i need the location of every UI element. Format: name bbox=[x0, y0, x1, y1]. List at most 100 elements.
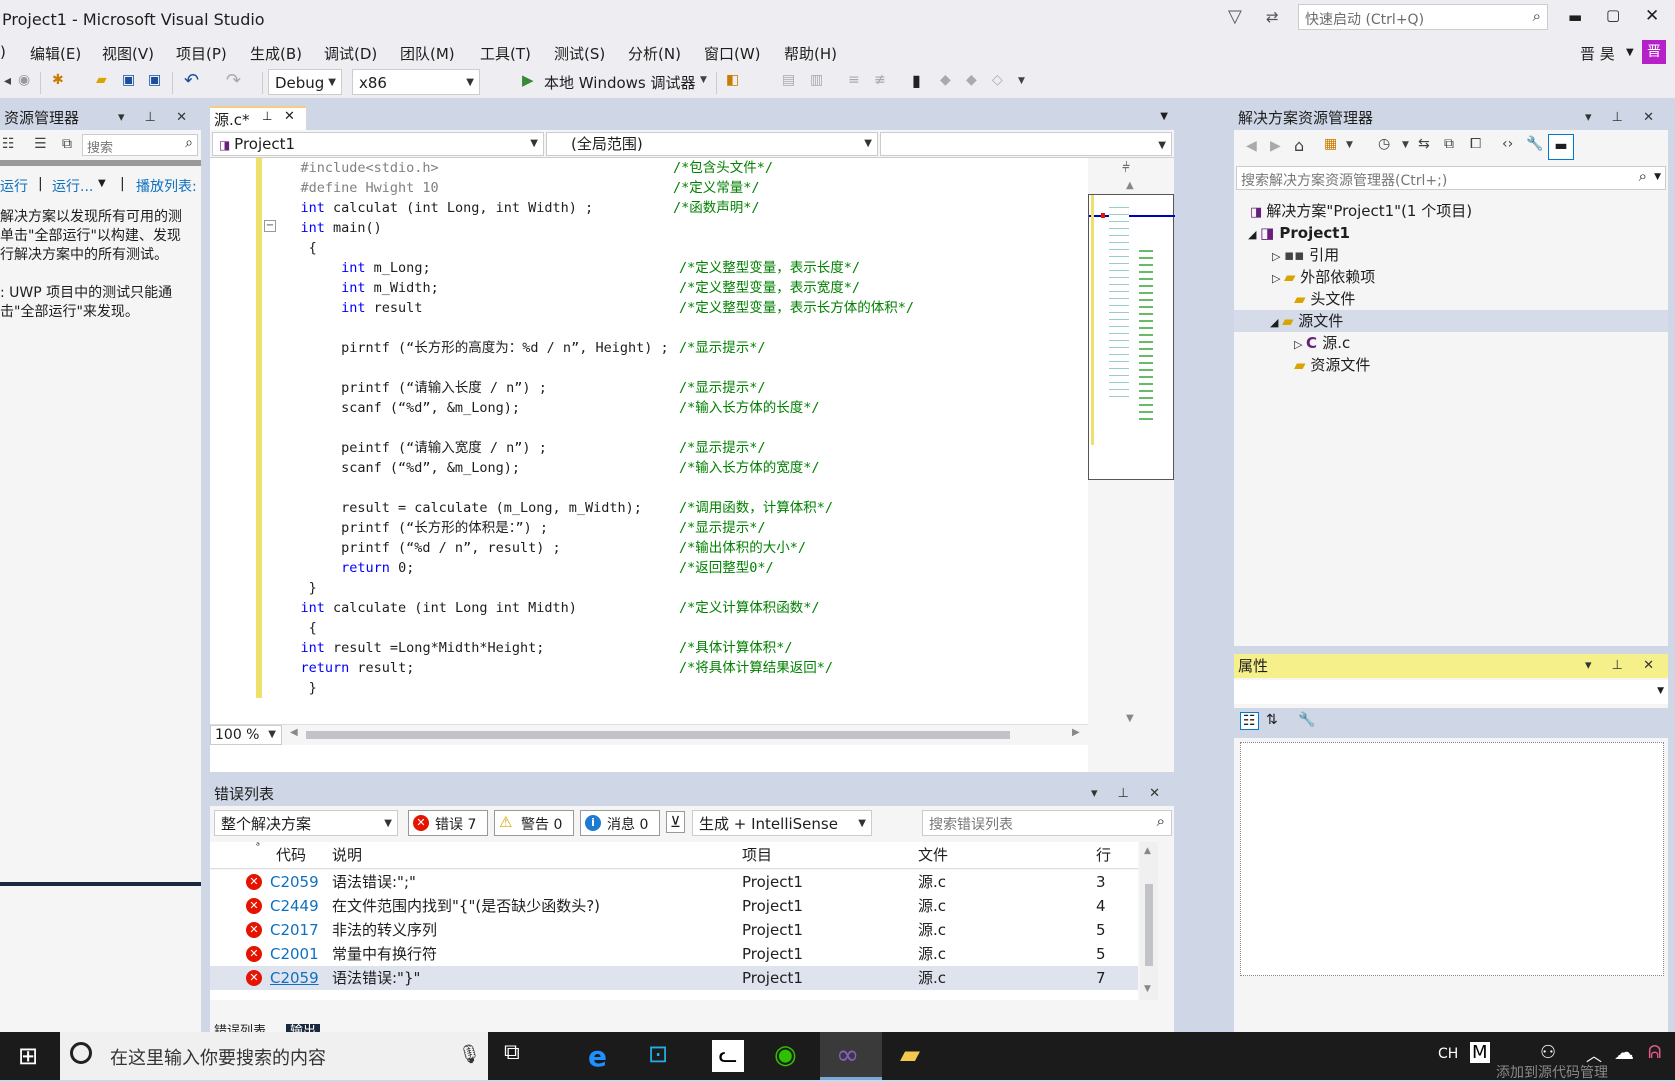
code-line[interactable]: int main() bbox=[268, 218, 382, 238]
chevron-down-icon[interactable]: ▼ bbox=[1346, 140, 1353, 150]
copy-icon[interactable]: ⧉ bbox=[62, 136, 72, 152]
tree-external-deps[interactable]: ▷ ▰ 外部依赖项 bbox=[1272, 266, 1375, 288]
table-row[interactable]: ✕ C2001 常量中有换行符 Project1 源.c 5 bbox=[210, 942, 1138, 966]
forward-icon[interactable]: ▶ bbox=[1270, 138, 1281, 154]
error-code[interactable]: C2449 bbox=[270, 894, 319, 918]
table-row[interactable]: ✕ C2449 在文件范围内找到"{"(是否缺少函数头?) Project1 源.c 4 bbox=[210, 894, 1138, 918]
split-icon[interactable]: ⫩ bbox=[1122, 160, 1130, 176]
code-line[interactable]: int m_Long; /*定义整型变量，表示长度*/ bbox=[268, 258, 860, 278]
edge-icon[interactable]: e bbox=[588, 1040, 620, 1073]
tree-resources[interactable]: ▰ 资源文件 bbox=[1294, 354, 1370, 376]
scroll-right-icon[interactable]: ▶ bbox=[1072, 727, 1080, 738]
code-line[interactable]: int calculat (int Long, int Width) ; /*函数… bbox=[268, 198, 760, 218]
redo-icon[interactable]: ↷ bbox=[226, 70, 241, 91]
save-all-icon[interactable]: ▣ bbox=[148, 72, 161, 88]
file-explorer-icon[interactable]: ▰ bbox=[900, 1040, 932, 1072]
tab-source[interactable]: 源.c* ⊥ ✕ bbox=[210, 106, 306, 130]
solution-search-input[interactable]: 搜索解决方案资源管理器(Ctrl+;) ⌕ ▼ bbox=[1236, 166, 1666, 190]
code-line[interactable]: return result; /*将具体计算结果返回*/ bbox=[268, 658, 834, 678]
error-code[interactable]: C2001 bbox=[270, 942, 319, 966]
run-link[interactable]: 运行 bbox=[0, 176, 28, 196]
tree-solution[interactable]: ◨ 解决方案"Project1"(1 个项目) bbox=[1250, 200, 1472, 222]
menu-partial[interactable]: ) bbox=[0, 43, 6, 61]
run-debugger-button[interactable]: 本地 Windows 调试器 bbox=[544, 72, 696, 93]
expand-icon[interactable]: ▷ bbox=[1294, 338, 1306, 351]
play-icon[interactable]: ▶ bbox=[522, 71, 534, 89]
code-line[interactable]: printf (“%d / n”, result) ; /*输出体积的大小*/ bbox=[268, 538, 806, 558]
user-dropdown-icon[interactable]: ▼ bbox=[1626, 47, 1634, 58]
add-source-control[interactable]: 添加到源代码管理 bbox=[1496, 1062, 1608, 1082]
scroll-down-icon[interactable]: ▼ bbox=[1126, 713, 1134, 724]
code-editor[interactable]: − #include<stdio.h>/*包含头文件*/ #define Hwi… bbox=[210, 158, 1175, 772]
tree-references[interactable]: ▷ ▪▪ 引用 bbox=[1272, 244, 1339, 266]
code-line[interactable]: } bbox=[268, 678, 317, 698]
table-row[interactable]: ✕ C2059 语法错误:";" Project1 源.c 3 bbox=[210, 870, 1138, 894]
taskbar-search[interactable]: 在这里输入你要搜索的内容 🎙 bbox=[60, 1032, 488, 1080]
code-area[interactable]: #include<stdio.h> /*包含头文件*/ #define Hwigh… bbox=[268, 158, 1108, 698]
prev-bookmark-icon[interactable]: ◆ bbox=[940, 72, 951, 88]
code-line[interactable]: scanf (“%d”, &m_Long); /*输入长方体的宽度*/ bbox=[268, 458, 819, 478]
menu-help[interactable]: 帮助(H) bbox=[784, 43, 837, 64]
code-line[interactable]: #include<stdio.h> /*包含头文件*/ bbox=[268, 158, 774, 178]
tab-overflow-icon[interactable]: ▼ bbox=[1160, 111, 1168, 122]
undo-icon[interactable]: ↶ bbox=[184, 70, 199, 91]
run-dropdown-icon[interactable]: ▼ bbox=[700, 75, 707, 85]
code-line[interactable]: pirntf (“长方形的高度为：%d / n”, Height) ; /*显示提… bbox=[268, 338, 765, 358]
menu-team[interactable]: 团队(M) bbox=[400, 43, 455, 64]
people-icon[interactable]: ⚇ bbox=[1540, 1042, 1556, 1063]
back-icon[interactable]: ◀ bbox=[1246, 138, 1257, 154]
chevron-down-icon[interactable]: ▼ bbox=[98, 178, 106, 189]
view-code-icon[interactable]: ‹› bbox=[1502, 136, 1513, 152]
code-line[interactable]: #define Hwight 10 /*定义常量*/ bbox=[268, 178, 760, 198]
quick-launch-box[interactable]: 快速启动 (Ctrl+Q) ⌕ bbox=[1298, 4, 1548, 30]
filter-icon[interactable]: ⊻ bbox=[666, 811, 685, 833]
code-line[interactable]: { bbox=[268, 618, 317, 638]
playlist-link[interactable]: 播放列表: bbox=[136, 176, 197, 196]
nav-scope-select[interactable]: (全局范围) ▼ bbox=[546, 132, 878, 156]
toolbar-overflow-icon[interactable]: ▼ bbox=[1018, 76, 1025, 86]
pin-icon[interactable]: ⊥ bbox=[262, 109, 272, 123]
microphone-icon[interactable]: 🎙 bbox=[458, 1044, 481, 1065]
run-more-link[interactable]: 运行... bbox=[52, 176, 93, 196]
panel-controls[interactable]: ▾ ⊥ ✕ bbox=[1585, 106, 1662, 130]
menu-project[interactable]: 项目(P) bbox=[176, 43, 227, 64]
table-row[interactable]: ✕ C2017 非法的转义序列 Project1 源.c 5 bbox=[210, 918, 1138, 942]
col-desc[interactable]: 说明 bbox=[332, 842, 362, 868]
panel-controls[interactable]: ▾ ⊥ ✕ bbox=[1091, 782, 1168, 806]
errors-filter-button[interactable]: ✕ 错误 7 bbox=[408, 810, 488, 836]
menu-window[interactable]: 窗口(W) bbox=[704, 43, 761, 64]
code-line[interactable]: { bbox=[268, 238, 317, 258]
col-file[interactable]: 文件 bbox=[918, 842, 948, 868]
properties-object-select[interactable]: ▼ bbox=[1234, 680, 1668, 704]
windows-start-icon[interactable]: ⊞ bbox=[18, 1042, 38, 1070]
uncomment-icon[interactable]: ≢ bbox=[874, 72, 886, 88]
tree-headers[interactable]: ▰ 头文件 bbox=[1294, 288, 1355, 310]
task-view-icon[interactable]: ⧉ bbox=[504, 1040, 536, 1072]
menu-debug[interactable]: 调试(D) bbox=[324, 43, 377, 64]
alphabetical-icon[interactable]: ⇅ bbox=[1266, 712, 1278, 728]
close-button[interactable]: ✕ bbox=[1645, 6, 1659, 26]
feedback-icon[interactable]: ⇄ bbox=[1266, 8, 1279, 26]
tree-source-file[interactable]: ▷ C 源.c bbox=[1294, 332, 1350, 354]
col-project[interactable]: 项目 bbox=[742, 842, 772, 868]
vs-taskbar-button[interactable]: ∞ bbox=[820, 1032, 882, 1080]
code-line[interactable]: } bbox=[268, 578, 317, 598]
expand-icon[interactable]: ▷ bbox=[1272, 272, 1284, 285]
code-line[interactable]: result = calculate (m_Long, m_Width); /*调… bbox=[268, 498, 833, 518]
menu-analyze[interactable]: 分析(N) bbox=[628, 43, 681, 64]
messages-filter-button[interactable]: i 消息 0 bbox=[580, 810, 660, 836]
panel-controls[interactable]: ▾ ⊥ ✕ bbox=[118, 106, 195, 130]
user-name[interactable]: 晋 昊 bbox=[1580, 43, 1615, 64]
expand-icon[interactable]: ▷ bbox=[1272, 250, 1284, 263]
cat-app-icon[interactable]: ᓚ bbox=[712, 1040, 744, 1072]
ime-mode-icon[interactable]: M bbox=[1470, 1042, 1490, 1063]
config-select[interactable]: Debug ▼ bbox=[268, 69, 342, 95]
group-icon[interactable]: ☷ bbox=[2, 136, 15, 152]
pending-changes-icon[interactable]: ◷ bbox=[1378, 136, 1390, 152]
panel-splitter[interactable] bbox=[0, 882, 201, 886]
nav-member-select[interactable]: ▼ bbox=[880, 132, 1172, 156]
wrench-icon[interactable]: 🔧 bbox=[1526, 136, 1543, 152]
scroll-left-icon[interactable]: ◀ bbox=[290, 727, 298, 738]
code-line[interactable]: return 0; /*返回整型0*/ bbox=[268, 558, 773, 578]
code-line[interactable]: int result /*定义整型变量，表示长方体的体积*/ bbox=[268, 298, 914, 318]
